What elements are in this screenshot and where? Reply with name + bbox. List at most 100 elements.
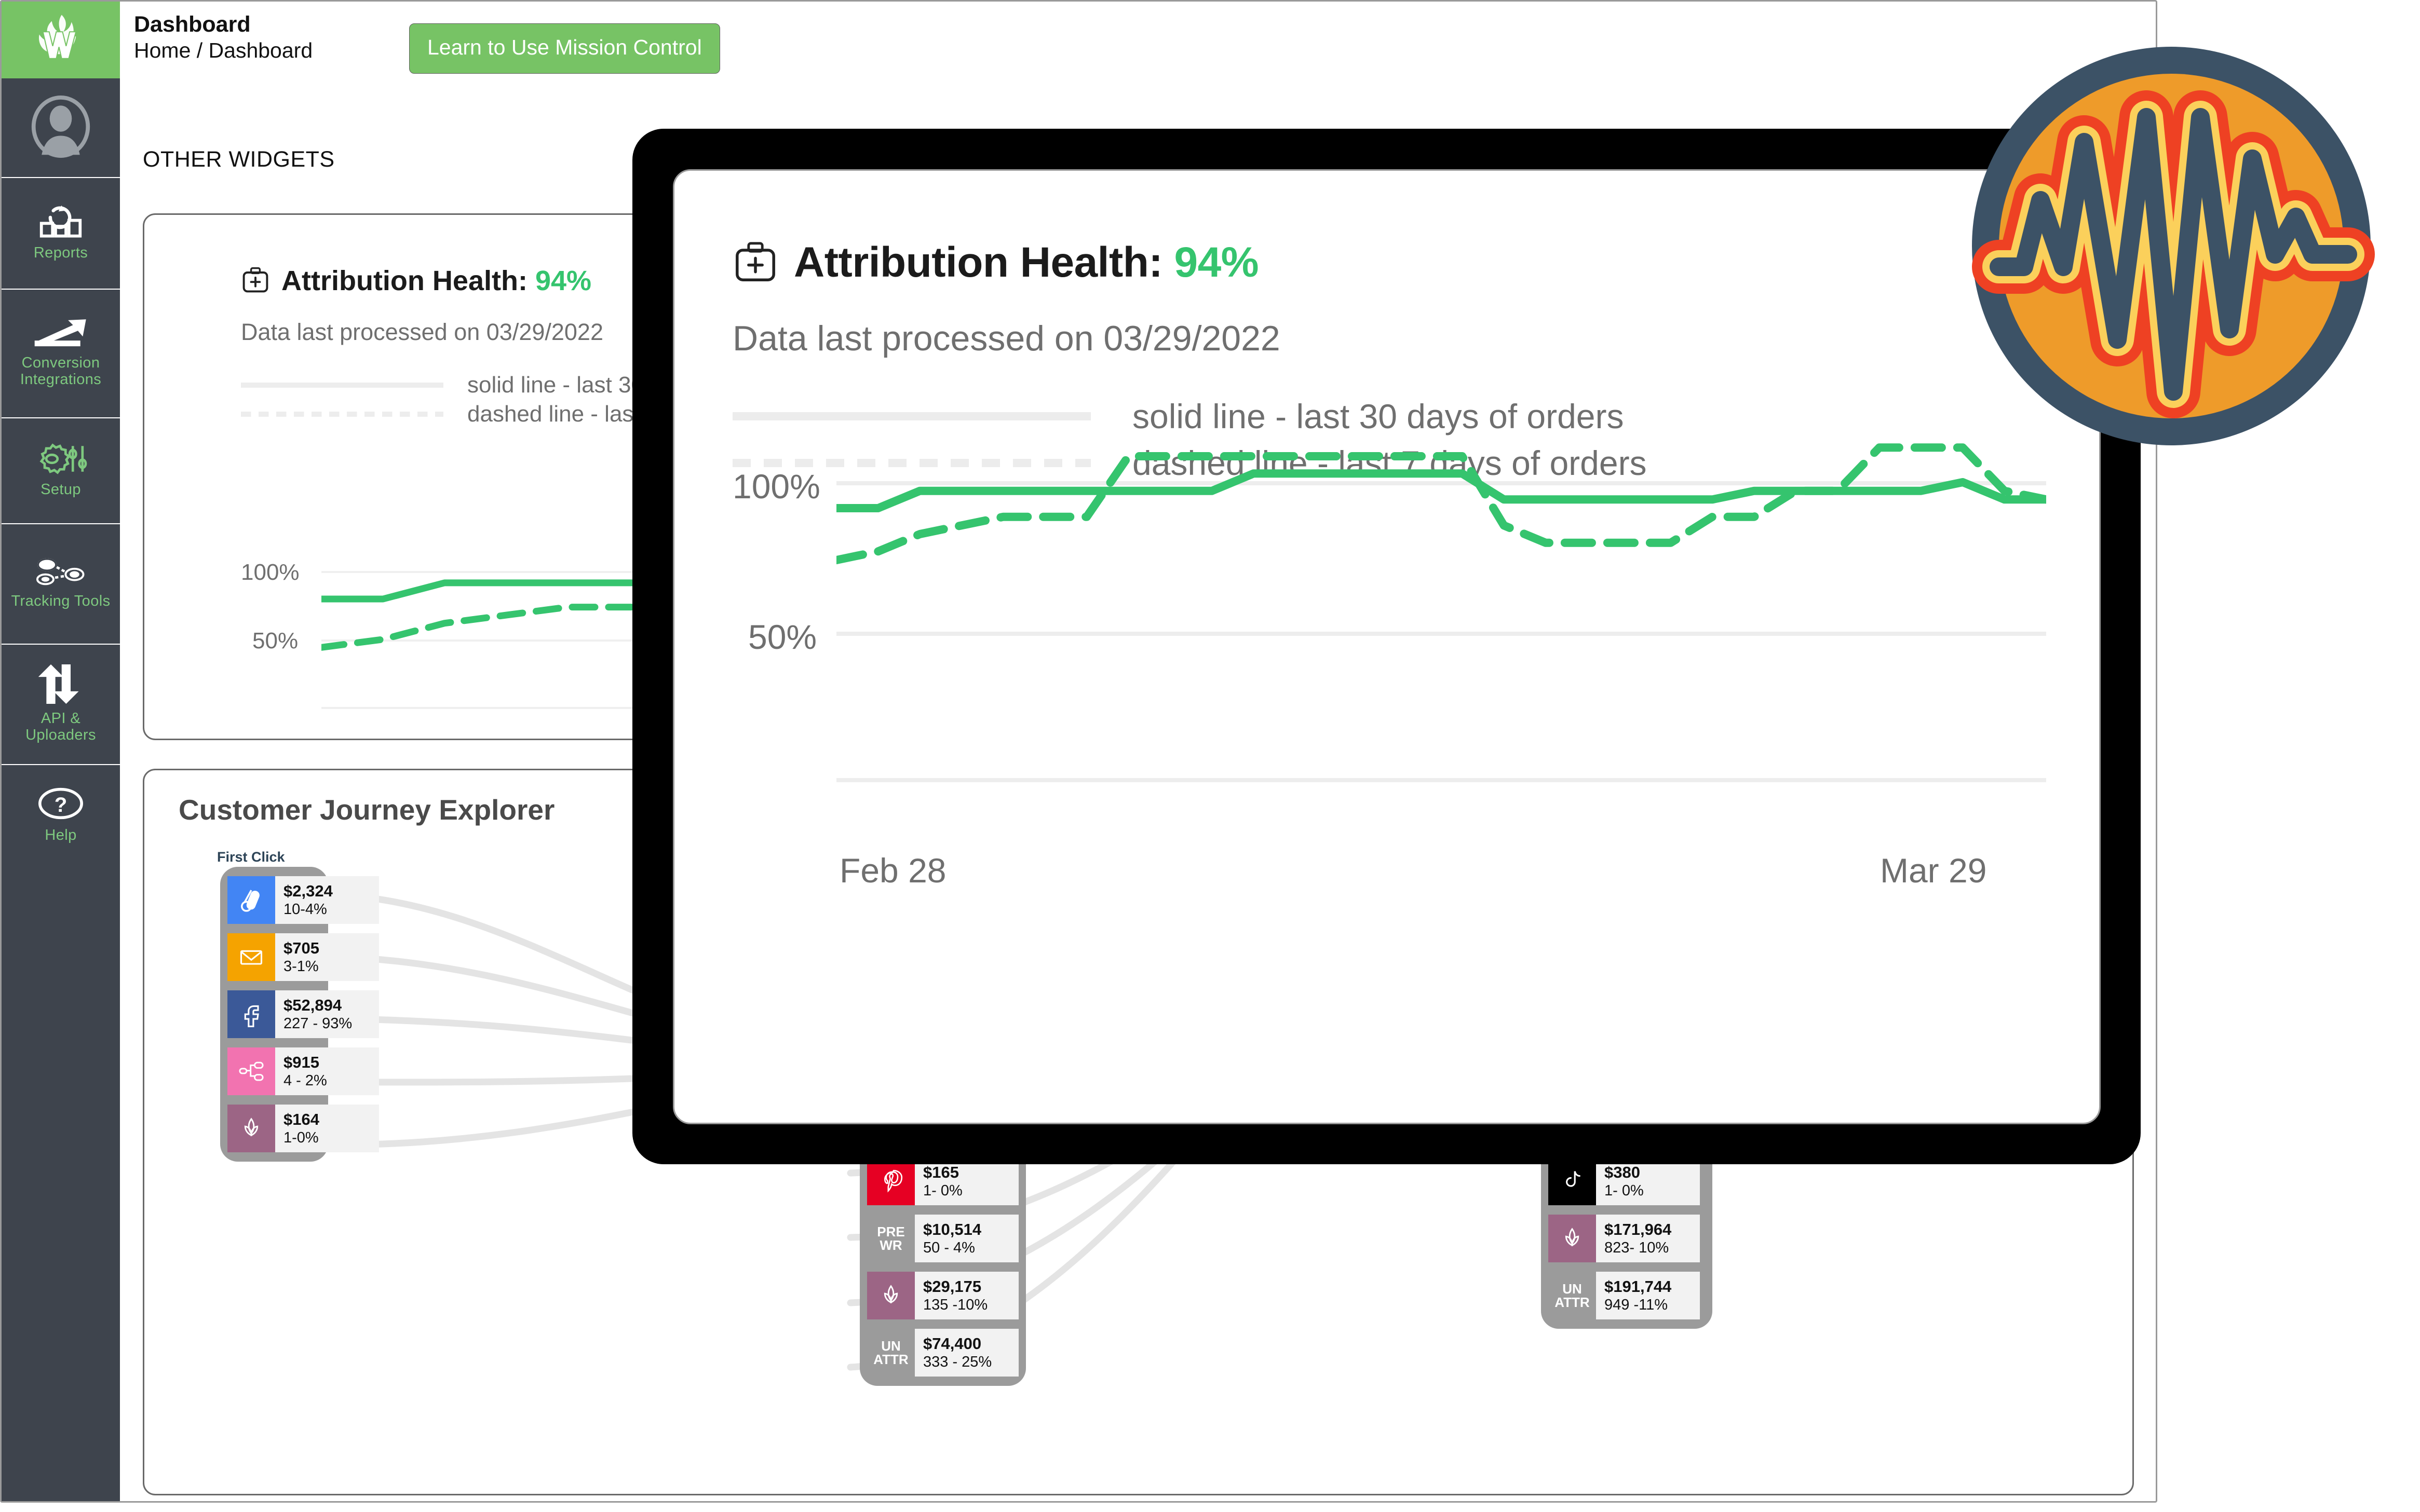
journey-node-sub: 4 - 2% — [283, 1072, 327, 1089]
un-attr-label: UN ATTR — [873, 1338, 909, 1367]
journey-node-sub: 1-0% — [283, 1129, 319, 1147]
journey-node-value: $29,175 — [923, 1277, 982, 1296]
nodes-link-icon — [35, 557, 87, 589]
journey-node-sub: 1- 0% — [923, 1182, 963, 1200]
leaf-icon — [867, 1272, 915, 1319]
journey-node-value: $164 — [283, 1110, 319, 1128]
reports-bar-chart-icon — [36, 204, 85, 241]
journey-node-sub: 949 -11% — [1604, 1297, 1668, 1314]
tablet-screen: Attribution Health: 94% Data last proces… — [673, 169, 2101, 1124]
share-nodes-icon — [227, 1047, 275, 1095]
legend-swatch-dashed — [241, 412, 443, 417]
widget-title: Attribution Health: 94% — [281, 265, 592, 296]
journey-node[interactable]: UN ATTR $74,400 333 - 25% — [867, 1329, 1019, 1377]
other-widgets-section-label: OTHER WIDGETS — [143, 147, 335, 172]
x-tick-end: Mar 29 — [1880, 851, 1987, 890]
sidebar-nav: Reports Conversion Integrations Setup Tr… — [2, 2, 120, 1501]
legend-swatch-solid — [733, 412, 1091, 420]
journey-node-value: $191,744 — [1604, 1277, 1672, 1296]
journey-column-first-click: $2,324 10-4% $705 3-1% $52,894 227 - 93%… — [220, 867, 379, 1162]
chart-plot-area — [836, 443, 2046, 564]
sidebar-item-api-uploaders[interactable]: API & Uploaders — [2, 644, 120, 764]
y-tick-50: 50% — [748, 618, 817, 656]
sidebar-item-setup[interactable]: Setup — [2, 417, 120, 523]
journey-node-sub: 227 - 93% — [283, 1015, 353, 1032]
column-label-first-click: First Click — [217, 849, 285, 865]
leaf-icon — [1548, 1215, 1596, 1262]
journey-node-value: $165 — [923, 1163, 959, 1181]
up-down-arrows-icon — [38, 664, 84, 706]
attribution-health-value: 94% — [535, 265, 592, 296]
waveform-circle-logo — [1964, 38, 2379, 454]
email-icon — [227, 933, 275, 981]
sidebar-item-reports[interactable]: Reports — [2, 177, 120, 289]
sidebar-item-label: Help — [45, 826, 77, 843]
journey-node-value: $705 — [283, 938, 319, 957]
sidebar-item-label: Reports — [33, 244, 88, 262]
y-tick-50: 50% — [252, 628, 299, 653]
attribution-health-value: 94% — [1174, 239, 1259, 286]
pinterest-icon — [867, 1157, 915, 1205]
y-tick-100: 100% — [733, 467, 820, 506]
journey-node-value: $52,894 — [283, 996, 342, 1014]
question-circle-icon: ? — [37, 786, 84, 823]
legend-swatch-solid — [241, 383, 443, 388]
tiktok-icon — [1548, 1157, 1596, 1205]
sidebar-item-help[interactable]: ? Help — [2, 764, 120, 866]
journey-node[interactable]: UN ATTR $191,744 949 -11% — [1548, 1272, 1705, 1319]
user-avatar-icon — [29, 94, 93, 161]
journey-node-sub: 823- 10% — [1604, 1239, 1669, 1257]
tablet-device-frame: Attribution Health: 94% Data last proces… — [632, 129, 2141, 1164]
y-tick-100: 100% — [241, 560, 300, 585]
journey-node[interactable]: $705 3-1% — [227, 933, 379, 981]
wicked-reports-flame-w-logo-icon — [32, 10, 89, 70]
data-last-processed-text: Data last processed on 03/29/2022 — [733, 319, 1280, 358]
journey-node-sub: 10-4% — [283, 901, 327, 918]
journey-node[interactable]: $915 4 - 2% — [227, 1047, 379, 1095]
gridline-0 — [836, 778, 2046, 782]
pre-wr-label: PRE WR — [877, 1224, 905, 1253]
gridline-50 — [836, 632, 2046, 636]
learn-to-use-mission-control-button[interactable]: Learn to Use Mission Control — [409, 23, 720, 74]
trending-arrow-up-icon — [32, 318, 89, 351]
journey-node-sub: 50 - 4% — [923, 1239, 975, 1257]
journey-node[interactable]: $2,324 10-4% — [227, 876, 379, 924]
journey-node[interactable]: $52,894 227 - 93% — [227, 990, 379, 1038]
modal-widget-header: Attribution Health: 94% — [674, 171, 2099, 287]
journey-node[interactable]: $29,175 135 -10% — [867, 1272, 1019, 1319]
journey-node[interactable]: $380 1- 0% — [1548, 1157, 1705, 1205]
sidebar-item-tracking-tools[interactable]: Tracking Tools — [2, 523, 120, 644]
journey-node[interactable]: PRE WR $10,514 50 - 4% — [867, 1215, 1019, 1262]
gear-sliders-icon — [34, 443, 88, 478]
journey-node-sub: 135 -10% — [923, 1297, 988, 1314]
avatar[interactable] — [2, 78, 120, 177]
app-logo[interactable] — [2, 2, 120, 78]
journey-node[interactable]: $171,964 823- 10% — [1548, 1215, 1705, 1262]
sidebar-item-label: Tracking Tools — [11, 592, 111, 609]
sidebar-item-label: Conversion Integrations — [20, 355, 102, 388]
page-header: Dashboard Home / Dashboard Learn to Use … — [134, 12, 2003, 79]
sidebar-item-label: API & Uploaders — [25, 710, 96, 743]
journey-node-value: $10,514 — [923, 1220, 982, 1238]
sidebar-item-conversion-integrations[interactable]: Conversion Integrations — [2, 289, 120, 417]
journey-node[interactable]: $165 1- 0% — [867, 1157, 1019, 1205]
facebook-icon — [227, 990, 275, 1038]
x-tick-start: Feb 28 — [840, 851, 947, 890]
journey-node[interactable]: $164 1-0% — [227, 1105, 379, 1152]
journey-node-value: $2,324 — [283, 881, 333, 900]
journey-node-value: $380 — [1604, 1163, 1640, 1181]
journey-node-value: $171,964 — [1604, 1220, 1672, 1238]
modal-widget-title: Attribution Health: 94% — [794, 239, 1259, 286]
leaf-icon — [227, 1105, 275, 1152]
journey-node-sub: 333 - 25% — [923, 1354, 992, 1371]
journey-node-sub: 1- 0% — [1604, 1182, 1644, 1200]
svg-text:?: ? — [55, 793, 67, 816]
un-attr-label: UN ATTR — [1554, 1281, 1590, 1310]
attribution-health-chart-large: 100% 50% Feb 28 Mar 29 — [733, 443, 2051, 1084]
google-ads-icon — [227, 876, 275, 924]
first-aid-kit-icon — [241, 265, 270, 297]
customer-journey-explorer-title: Customer Journey Explorer — [179, 794, 555, 826]
journey-node-sub: 3-1% — [283, 958, 319, 975]
sidebar-item-label: Setup — [40, 481, 81, 498]
journey-node-value: $915 — [283, 1053, 319, 1071]
